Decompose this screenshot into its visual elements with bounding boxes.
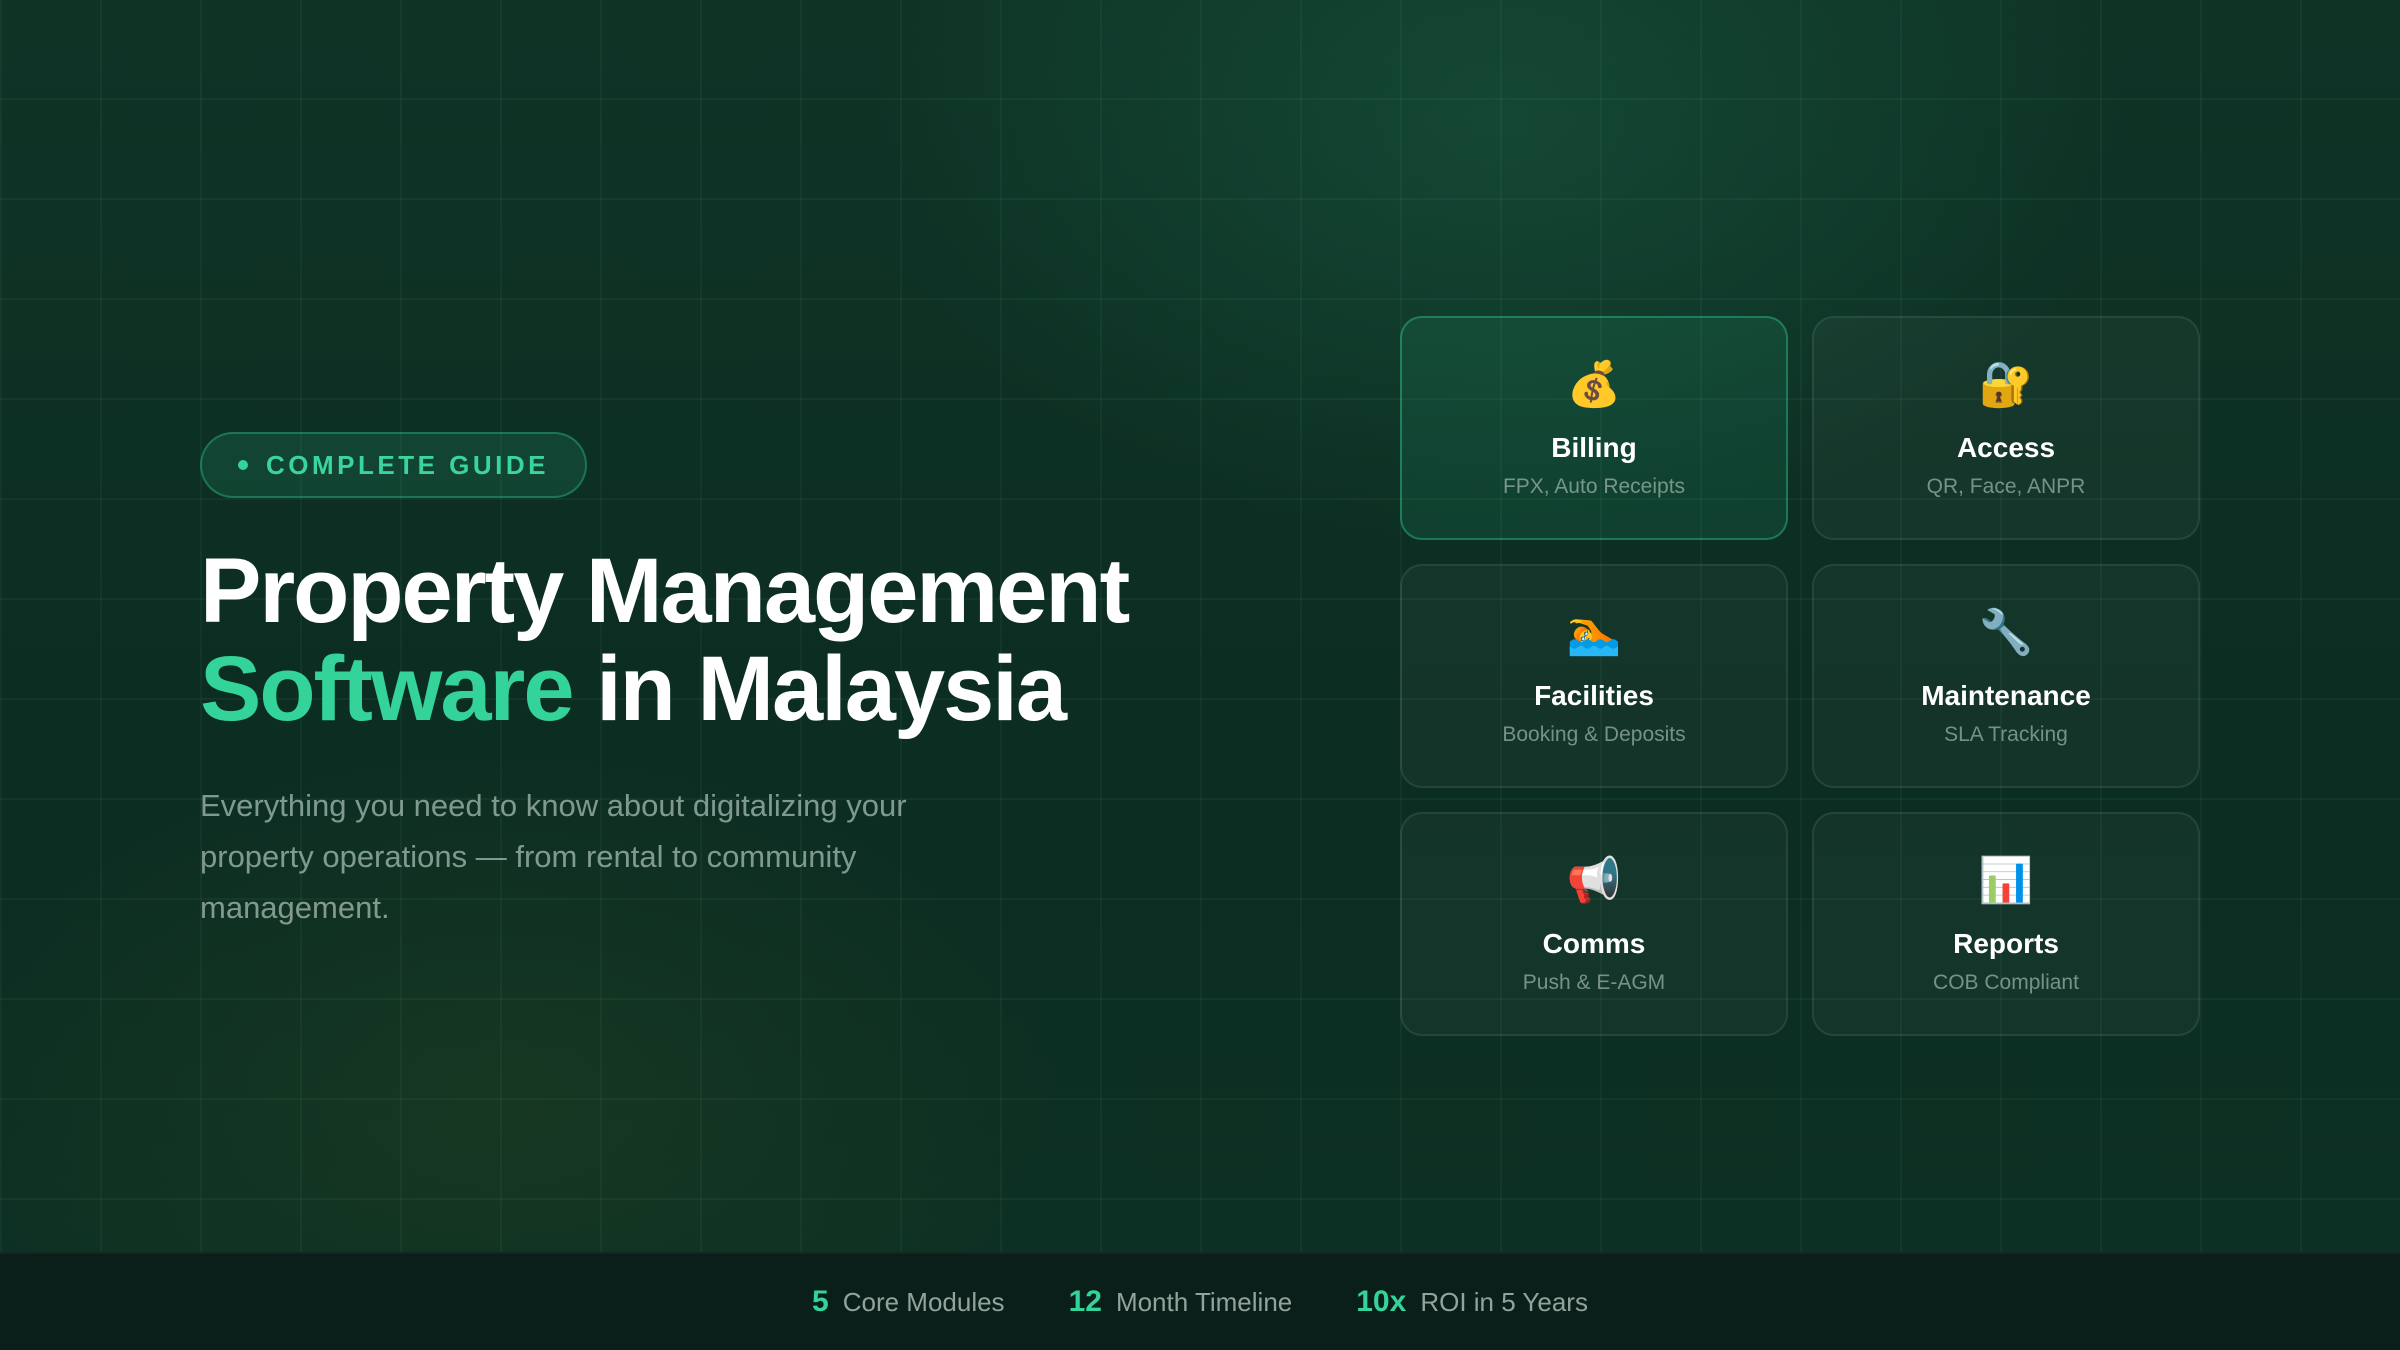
module-title: Billing xyxy=(1551,432,1637,463)
module-card-maintenance[interactable]: 🔧 Maintenance SLA Tracking xyxy=(1812,564,2200,788)
stat-month-timeline: 12 Month Timeline xyxy=(1069,1285,1293,1319)
stat-value: 12 xyxy=(1068,1285,1102,1318)
module-subtitle: FPX, Auto Receipts xyxy=(1502,475,1686,498)
module-subtitle: Booking & Deposits xyxy=(1502,723,1686,746)
stat-label: Core Modules xyxy=(842,1287,1005,1317)
title-line-1: Property Management xyxy=(200,540,1130,642)
module-card-reports[interactable]: 📊 Reports COB Compliant xyxy=(1812,812,2200,1036)
badge-dot-icon xyxy=(238,460,248,470)
stat-value: 5 xyxy=(812,1285,829,1318)
bar-chart-icon: 📊 xyxy=(1978,856,2034,905)
module-title: Maintenance xyxy=(1921,680,2091,711)
stat-value: 10x xyxy=(1356,1285,1407,1318)
module-card-billing[interactable]: 💰 Billing FPX, Auto Receipts xyxy=(1400,316,1788,540)
module-title: Access xyxy=(1956,432,2056,463)
stat-core-modules: 5 Core Modules xyxy=(812,1285,1005,1319)
stats-bar: 5 Core Modules 12 Month Timeline 10x ROI… xyxy=(0,1252,2400,1350)
module-card-access[interactable]: 🔐 Access QR, Face, ANPR xyxy=(1812,316,2200,540)
megaphone-icon: 📢 xyxy=(1566,856,1622,905)
money-bag-icon: 💰 xyxy=(1566,360,1622,409)
module-title: Reports xyxy=(1953,928,2059,959)
module-subtitle: COB Compliant xyxy=(1933,971,2079,994)
lock-key-icon: 🔐 xyxy=(1978,360,2034,409)
wrench-icon: 🔧 xyxy=(1978,608,2034,657)
title-line-2-rest: in Malaysia xyxy=(572,638,1067,740)
title-accent: Software xyxy=(200,638,575,740)
module-subtitle: QR, Face, ANPR xyxy=(1926,475,2086,498)
module-title: Facilities xyxy=(1534,680,1654,711)
swimmer-icon: 🏊 xyxy=(1566,608,1622,657)
complete-guide-badge: COMPLETE GUIDE xyxy=(200,432,588,498)
module-subtitle: Push & E-AGM xyxy=(1522,971,1666,994)
page-title: Property Management Software in Malaysia xyxy=(200,542,1200,738)
stat-roi: 10x ROI in 5 Years xyxy=(1356,1285,1588,1319)
stat-label: Month Timeline xyxy=(1115,1287,1293,1317)
badge-label: COMPLETE GUIDE xyxy=(266,449,550,480)
module-card-facilities[interactable]: 🏊 Facilities Booking & Deposits xyxy=(1400,564,1788,788)
module-cards-grid: 💰 Billing FPX, Auto Receipts 🔐 Access QR… xyxy=(1400,316,2200,1036)
module-card-comms[interactable]: 📢 Comms Push & E-AGM xyxy=(1400,812,1788,1036)
stat-label: ROI in 5 Years xyxy=(1420,1287,1588,1317)
hero-section: COMPLETE GUIDE Property Management Softw… xyxy=(200,432,1200,933)
module-title: Comms xyxy=(1542,928,1646,959)
hero-description: Everything you need to know about digita… xyxy=(200,788,907,925)
module-subtitle: SLA Tracking xyxy=(1944,723,2068,746)
